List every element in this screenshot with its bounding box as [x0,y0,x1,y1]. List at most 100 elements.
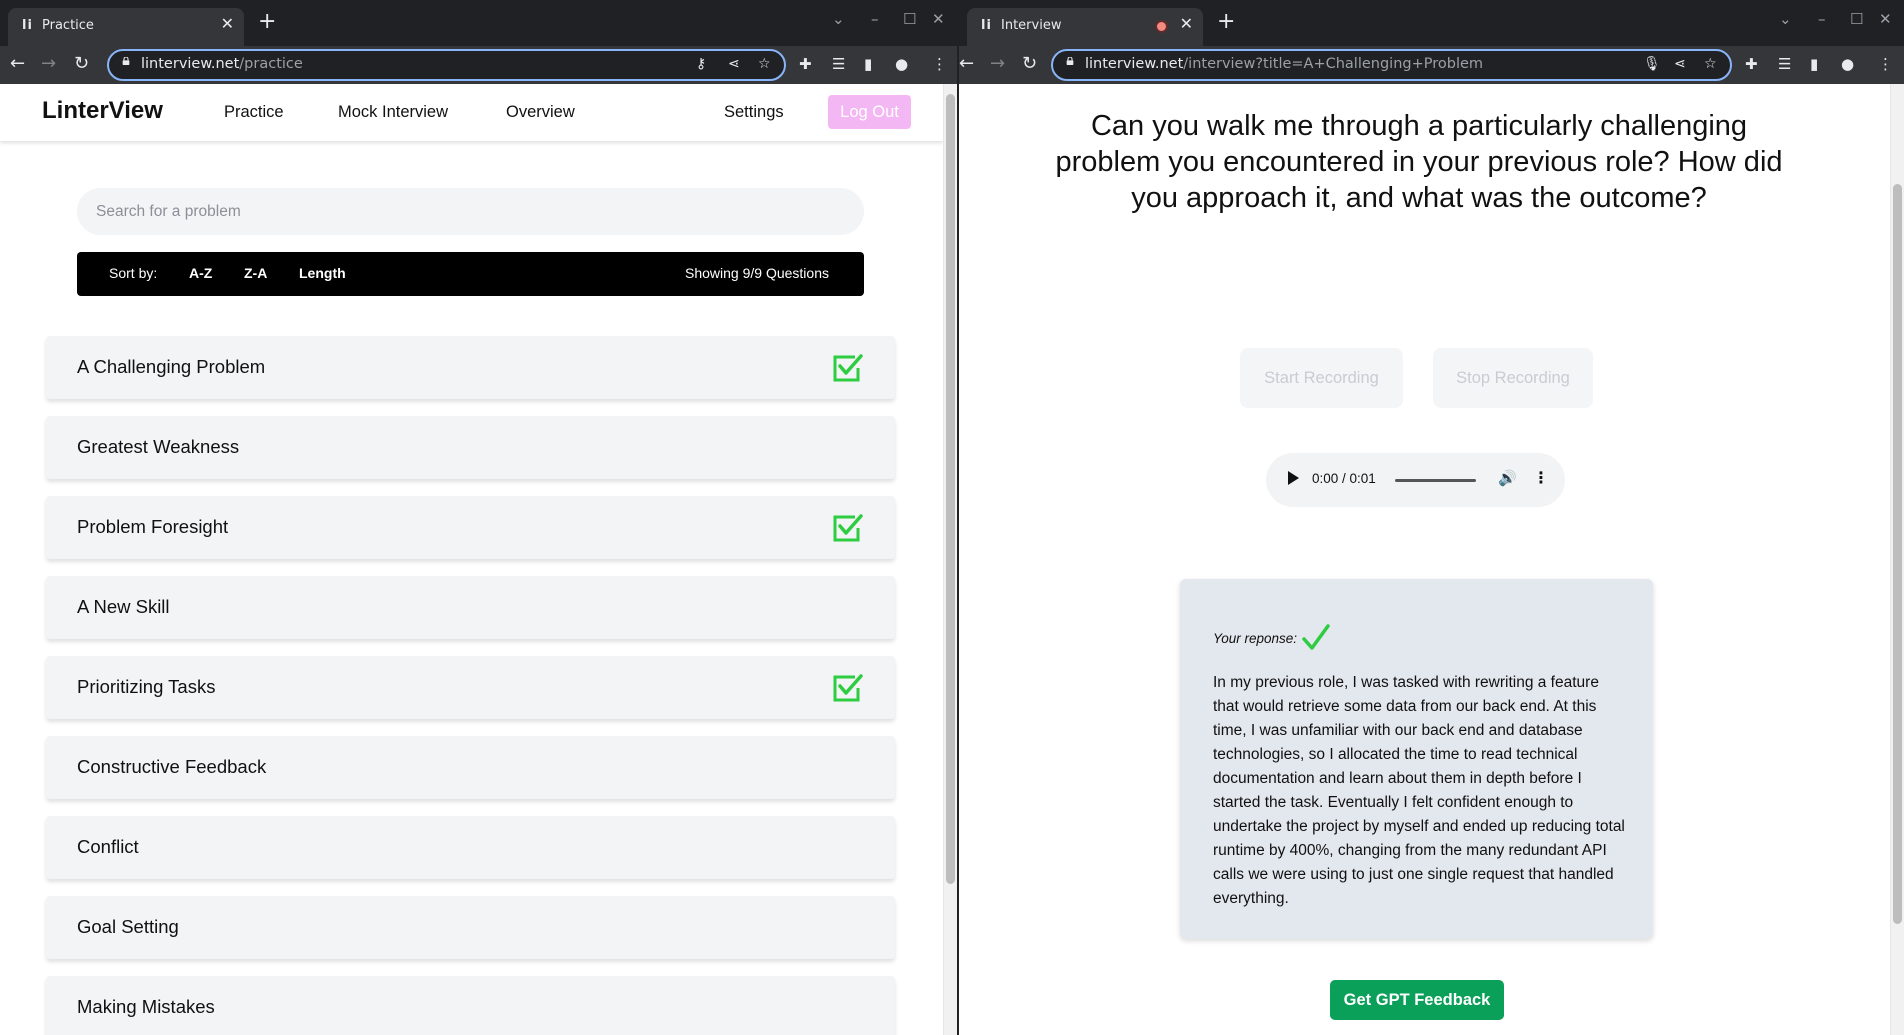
tab-title: Interview [1001,18,1062,33]
sort-az-button[interactable]: A-Z [189,265,212,281]
question-item[interactable]: Goal Setting [46,896,895,959]
audio-more-icon[interactable]: ⋮ [1533,468,1549,487]
question-title: Greatest Weakness [77,436,240,457]
side-panel-icon[interactable]: ▮ [864,55,872,73]
scrollbar[interactable] [1890,84,1904,1035]
completed-checkbox-icon [833,674,863,702]
tab-strip: li Interview ✕ + ⌄ – ☐ ✕ [959,0,1904,46]
interview-question: Can you walk me through a particularly c… [1055,110,1783,214]
question-title: Making Mistakes [77,996,215,1017]
url-text: linterview.net/interview?title=A+Challen… [1085,56,1484,72]
bookmark-star-icon[interactable]: ☆ [758,56,771,72]
stop-recording-button[interactable]: Stop Recording [1433,348,1593,408]
side-panel-icon[interactable]: ▮ [1810,55,1818,73]
brand-logo[interactable]: LinterView [42,97,163,125]
address-bar[interactable]: linterview.net/practice ⚷ ⋖ ☆ [107,49,786,81]
browser-toolbar: ← → ↻ linterview.net/interview?title=A+C… [959,46,1904,84]
profile-icon[interactable]: ● [895,55,908,73]
browser-toolbar: ← → ↻ linterview.net/practice ⚷ ⋖ ☆ ✚ ☰ … [0,46,957,84]
maximize-icon[interactable]: ☐ [903,10,916,28]
profile-icon[interactable]: ● [1841,55,1854,73]
sort-bar: Sort by: A-Z Z-A Length Showing 9/9 Ques… [77,252,864,296]
linterview-favicon: li [22,18,33,33]
browser-menu-icon[interactable]: ⋮ [932,55,947,73]
scrollbar[interactable] [943,84,957,1035]
forward-icon[interactable]: → [41,53,56,74]
media-queue-icon[interactable]: ☰ [832,55,845,73]
question-item[interactable]: Prioritizing Tasks [46,656,895,719]
tab-practice[interactable]: li Practice ✕ [8,8,244,46]
back-icon[interactable]: ← [10,53,25,74]
linterview-favicon: li [981,18,992,33]
nav-mock-interview[interactable]: Mock Interview [338,103,448,122]
recording-indicator-icon [1155,20,1168,33]
question-item[interactable]: A New Skill [46,576,895,639]
extensions-icon[interactable]: ✚ [1745,55,1758,73]
question-item[interactable]: Making Mistakes [46,976,895,1035]
new-tab-icon[interactable]: + [1217,9,1235,34]
question-item[interactable]: A Challenging Problem [46,336,895,399]
forward-icon[interactable]: → [990,53,1005,74]
new-tab-icon[interactable]: + [258,9,276,34]
tab-interview[interactable]: li Interview ✕ [967,8,1203,46]
question-title: Conflict [77,836,139,857]
question-item[interactable]: Problem Foresight [46,496,895,559]
practice-browser-window: li Practice ✕ + ⌄ – ☐ ✕ ← → ↻ linterview… [0,0,957,1035]
sort-za-button[interactable]: Z-A [244,265,267,281]
question-title: Prioritizing Tasks [77,676,216,697]
reload-icon[interactable]: ↻ [1022,53,1037,74]
question-item[interactable]: Greatest Weakness [46,416,895,479]
tab-search-icon[interactable]: ⌄ [1779,10,1792,28]
response-label: Your reponse: [1213,631,1298,646]
media-queue-icon[interactable]: ☰ [1778,55,1791,73]
scrollbar-thumb[interactable] [1893,184,1902,924]
completed-checkbox-icon [833,514,863,542]
question-item[interactable]: Conflict [46,816,895,879]
close-tab-icon[interactable]: ✕ [1180,14,1193,33]
question-title: A Challenging Problem [77,356,266,377]
key-icon[interactable]: ⚷ [696,56,706,72]
nav-settings[interactable]: Settings [724,103,784,122]
tab-title: Practice [42,18,94,33]
question-title: Constructive Feedback [77,756,267,777]
lock-icon [1066,57,1074,65]
microphone-icon[interactable]: 🎙 [1643,56,1661,72]
share-icon[interactable]: ⋖ [1674,56,1686,72]
question-item[interactable]: Constructive Feedback [46,736,895,799]
close-tab-icon[interactable]: ✕ [221,14,234,33]
sort-length-button[interactable]: Length [299,265,346,281]
nav-overview[interactable]: Overview [506,103,575,122]
search-input[interactable] [77,188,864,235]
audio-time: 0:00 / 0:01 [1312,471,1376,486]
back-icon[interactable]: ← [959,53,974,74]
maximize-icon[interactable]: ☐ [1850,10,1863,28]
scrollbar-thumb[interactable] [946,94,955,884]
audio-player: 0:00 / 0:01 🔊 ⋮ [1266,453,1565,507]
logout-button[interactable]: Log Out [828,95,911,129]
reload-icon[interactable]: ↻ [74,53,89,74]
bookmark-star-icon[interactable]: ☆ [1704,56,1717,72]
get-gpt-feedback-button[interactable]: Get GPT Feedback [1330,980,1504,1020]
start-recording-button[interactable]: Start Recording [1240,348,1403,408]
question-title: A New Skill [77,596,170,617]
nav-practice[interactable]: Practice [224,103,284,122]
response-card: Your reponse: In my previous role, I was… [1180,579,1653,939]
completed-checkbox-icon [833,354,863,382]
address-bar[interactable]: linterview.net/interview?title=A+Challen… [1051,49,1732,81]
window-close-icon[interactable]: ✕ [932,10,945,28]
browser-menu-icon[interactable]: ⋮ [1878,55,1893,73]
sort-label: Sort by: [109,265,158,281]
audio-progress-slider[interactable] [1395,479,1476,482]
share-icon[interactable]: ⋖ [728,56,740,72]
tab-search-icon[interactable]: ⌄ [832,10,845,28]
minimize-icon[interactable]: – [871,10,879,28]
app-navbar: LinterView Practice Mock Interview Overv… [0,84,943,141]
question-count: Showing 9/9 Questions [685,265,829,281]
volume-icon[interactable]: 🔊 [1498,469,1517,487]
question-title: Problem Foresight [77,516,229,537]
tab-strip: li Practice ✕ + ⌄ – ☐ ✕ [0,0,957,46]
window-close-icon[interactable]: ✕ [1879,10,1892,28]
play-icon[interactable] [1288,471,1299,485]
extensions-icon[interactable]: ✚ [799,55,812,73]
minimize-icon[interactable]: – [1818,10,1826,28]
